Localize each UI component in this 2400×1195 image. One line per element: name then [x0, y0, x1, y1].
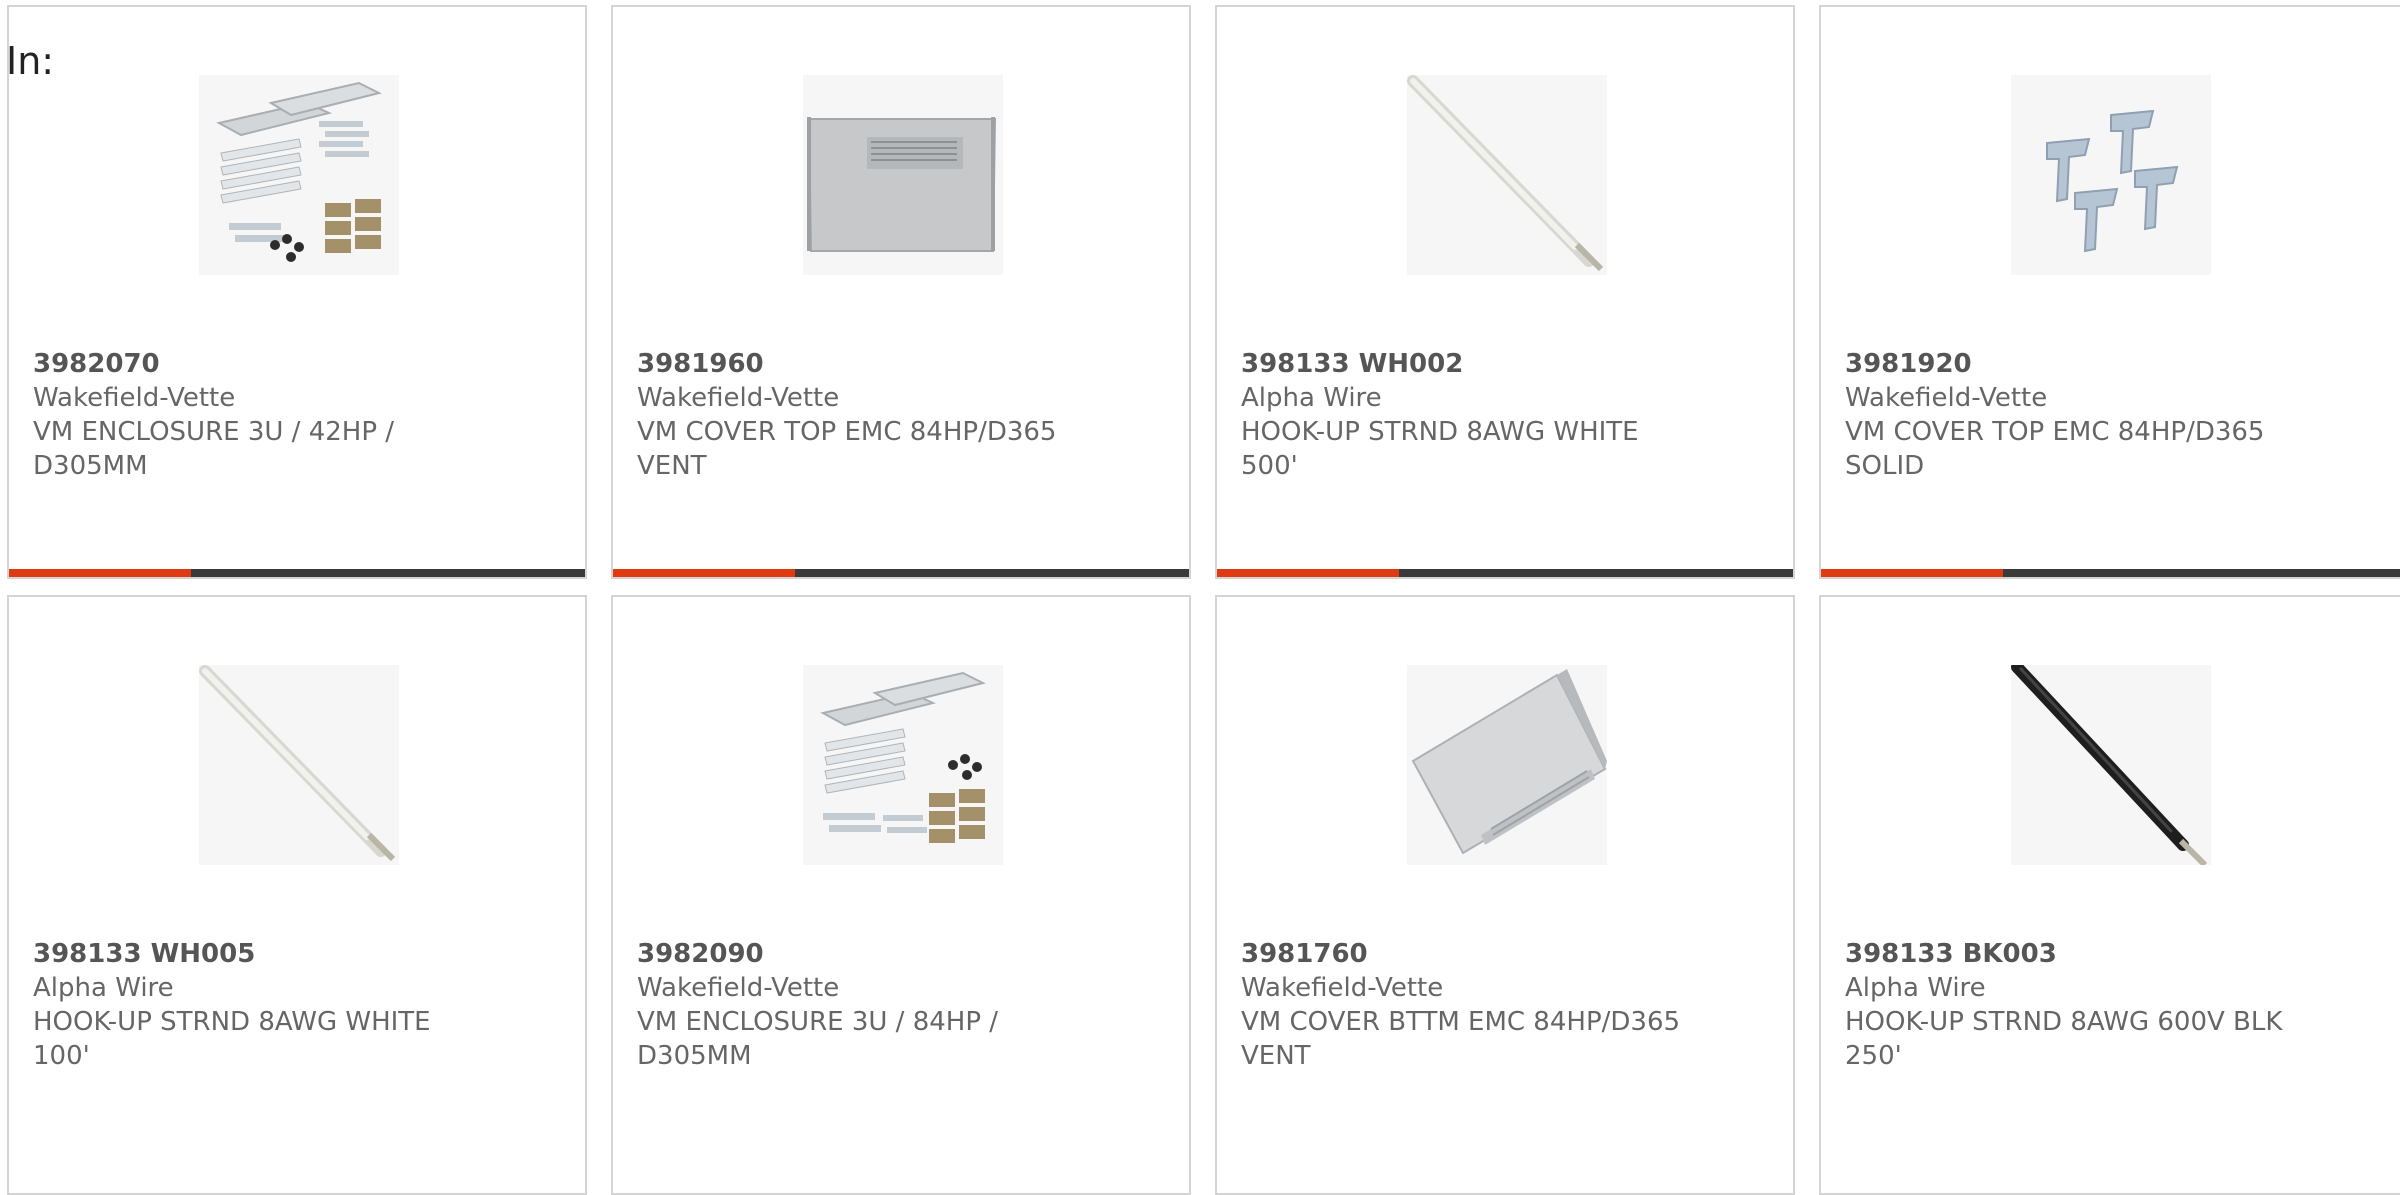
product-card[interactable]: 398133 WH005 Alpha Wire HOOK-UP STRND 8A…: [7, 595, 587, 1195]
product-card[interactable]: 3981960 Wakefield-Vette VM COVER TOP EMC…: [611, 5, 1191, 579]
product-manufacturer: Alpha Wire: [1241, 383, 1382, 413]
product-info: 3981920 Wakefield-Vette VM COVER TOP EMC…: [1845, 347, 2377, 483]
product-description: VM ENCLOSURE 3U / 84HP / D305MM: [637, 1007, 999, 1071]
product-part-number[interactable]: 398133 WH005: [33, 937, 561, 971]
product-image-wire-black: [2011, 665, 2211, 865]
product-manufacturer: Alpha Wire: [1845, 973, 1986, 1003]
product-manufacturer: Wakefield-Vette: [1845, 383, 2048, 413]
product-part-number[interactable]: 398133 WH002: [1241, 347, 1769, 381]
product-manufacturer: Wakefield-Vette: [637, 383, 840, 413]
product-image-cover-tilted: [1407, 665, 1607, 865]
product-part-number[interactable]: 3982090: [637, 937, 1165, 971]
product-image-wire-white: [1407, 75, 1607, 275]
product-manufacturer: Alpha Wire: [33, 973, 174, 1003]
product-info: 398133 BK003 Alpha Wire HOOK-UP STRND 8A…: [1845, 937, 2377, 1073]
product-info: 3981760 Wakefield-Vette VM COVER BTTM EM…: [1241, 937, 1769, 1073]
product-description: VM COVER BTTM EMC 84HP/D365 VENT: [1241, 1007, 1681, 1071]
card-accent-bar: [613, 569, 1189, 577]
product-description: HOOK-UP STRND 8AWG WHITE 100': [33, 1007, 431, 1071]
product-card[interactable]: 398133 WH002 Alpha Wire HOOK-UP STRND 8A…: [1215, 5, 1795, 579]
product-info: 398133 WH005 Alpha Wire HOOK-UP STRND 8A…: [33, 937, 561, 1073]
product-manufacturer: Wakefield-Vette: [33, 383, 236, 413]
product-part-number[interactable]: 398133 BK003: [1845, 937, 2377, 971]
product-image-brackets: [2011, 75, 2211, 275]
product-description: HOOK-UP STRND 8AWG WHITE 500': [1241, 417, 1639, 481]
card-accent-bar: [1821, 569, 2400, 577]
product-part-number[interactable]: 3981920: [1845, 347, 2377, 381]
product-card[interactable]: 3981760 Wakefield-Vette VM COVER BTTM EM…: [1215, 595, 1795, 1195]
product-image-wire-white: [199, 665, 399, 865]
card-accent-bar: [9, 569, 585, 577]
product-part-number[interactable]: 3981760: [1241, 937, 1769, 971]
product-description: VM COVER TOP EMC 84HP/D365 SOLID: [1845, 417, 2265, 481]
product-description: HOOK-UP STRND 8AWG 600V BLK 250': [1845, 1007, 2283, 1071]
product-image-enclosure-kit: [199, 75, 399, 275]
product-card[interactable]: 398133 BK003 Alpha Wire HOOK-UP STRND 8A…: [1819, 595, 2400, 1195]
product-manufacturer: Wakefield-Vette: [637, 973, 840, 1003]
product-info: 398133 WH002 Alpha Wire HOOK-UP STRND 8A…: [1241, 347, 1769, 483]
product-manufacturer: Wakefield-Vette: [1241, 973, 1444, 1003]
product-image-enclosure-kit: [803, 665, 1003, 865]
product-card[interactable]: 3982090 Wakefield-Vette VM ENCLOSURE 3U …: [611, 595, 1191, 1195]
product-description: VM COVER TOP EMC 84HP/D365 VENT: [637, 417, 1057, 481]
card-accent-bar: [1217, 569, 1793, 577]
product-part-number[interactable]: 3981960: [637, 347, 1165, 381]
product-card[interactable]: 3981920 Wakefield-Vette VM COVER TOP EMC…: [1819, 5, 2400, 579]
product-card[interactable]: 3982070 Wakefield-Vette VM ENCLOSURE 3U …: [7, 5, 587, 579]
product-info: 3982090 Wakefield-Vette VM ENCLOSURE 3U …: [637, 937, 1165, 1073]
product-description: VM ENCLOSURE 3U / 42HP / D305MM: [33, 417, 395, 481]
product-part-number[interactable]: 3982070: [33, 347, 561, 381]
filter-in-label: In:: [6, 39, 55, 83]
product-info: 3981960 Wakefield-Vette VM COVER TOP EMC…: [637, 347, 1165, 483]
product-info: 3982070 Wakefield-Vette VM ENCLOSURE 3U …: [33, 347, 561, 483]
product-image-cover-vent: [803, 75, 1003, 275]
